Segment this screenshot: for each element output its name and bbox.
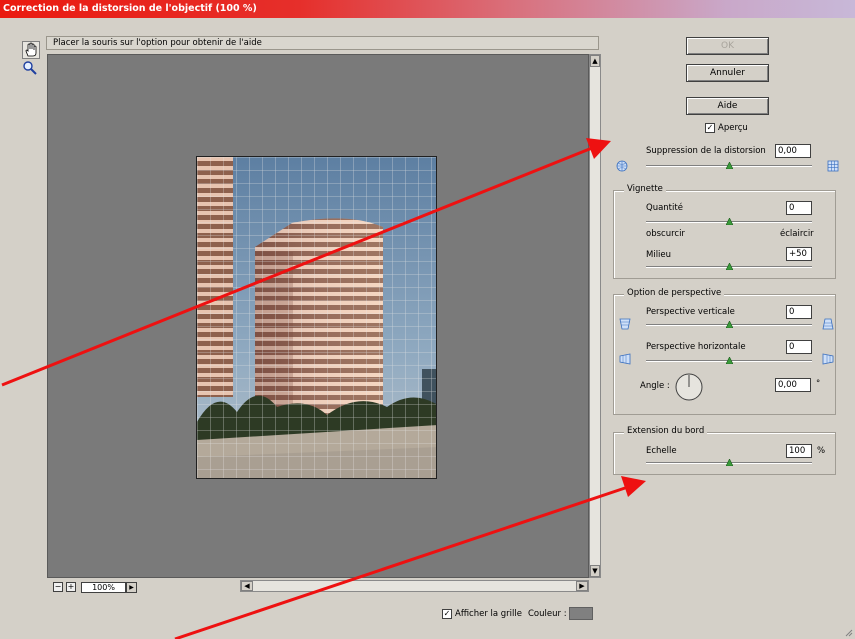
show-grid-label: Afficher la grille <box>455 609 522 619</box>
zoom-level-field[interactable]: 100% <box>81 582 126 593</box>
zoom-out-button[interactable]: − <box>53 582 63 592</box>
ok-button[interactable]: OK <box>686 37 769 55</box>
help-text-bar: Placer la souris sur l'option pour obten… <box>46 36 599 50</box>
quantity-slider[interactable] <box>646 218 812 225</box>
distortion-field[interactable]: 0,00 <box>775 144 811 158</box>
horizontal-perspective-left-icon <box>619 353 631 365</box>
scale-slider[interactable] <box>646 459 812 466</box>
angle-label: Angle : <box>640 381 670 391</box>
preview-image <box>196 156 437 479</box>
scale-label: Echelle <box>646 446 677 456</box>
annotation-arrowhead <box>621 476 646 497</box>
slider-thumb[interactable] <box>726 162 733 169</box>
quantity-field[interactable]: 0 <box>786 201 812 215</box>
scroll-down-icon[interactable]: ▼ <box>590 565 600 577</box>
show-grid-checkbox[interactable]: ✓ <box>442 609 452 619</box>
cancel-button[interactable]: Annuler <box>686 64 769 82</box>
darken-label: obscurcir <box>646 229 685 239</box>
scroll-right-icon[interactable]: ▶ <box>576 581 588 591</box>
vignette-title: Vignette <box>624 184 666 194</box>
angle-dial[interactable] <box>674 372 704 402</box>
vertical-perspective-left-icon <box>619 318 631 330</box>
vertical-perspective-slider[interactable] <box>646 321 812 328</box>
horizontal-perspective-right-icon <box>822 353 834 365</box>
zoom-in-button[interactable]: + <box>66 582 76 592</box>
slider-thumb[interactable] <box>726 218 733 225</box>
apercu-checkbox[interactable]: ✓ <box>705 123 715 133</box>
lighten-label: éclaircir <box>780 229 814 239</box>
apercu-label: Aperçu <box>718 123 748 133</box>
vertical-perspective-label: Perspective verticale <box>646 307 735 317</box>
hand-icon <box>25 42 37 57</box>
vertical-scrollbar[interactable]: ▲ ▼ <box>589 54 601 578</box>
barrel-icon <box>827 160 839 172</box>
vertical-perspective-right-icon <box>822 318 834 330</box>
distortion-label: Suppression de la distorsion <box>646 146 766 156</box>
scale-field[interactable]: 100 <box>786 444 812 458</box>
scale-unit: % <box>817 446 826 456</box>
horizontal-perspective-field[interactable]: 0 <box>786 340 812 354</box>
resize-grip-icon[interactable] <box>843 627 853 637</box>
help-button[interactable]: Aide <box>686 97 769 115</box>
distortion-slider[interactable] <box>646 162 812 169</box>
angle-unit: ° <box>816 379 821 389</box>
hand-tool[interactable] <box>22 41 40 59</box>
grid-color-swatch[interactable] <box>569 607 593 620</box>
zoom-icon <box>23 61 37 75</box>
edge-extension-title: Extension du bord <box>624 426 708 436</box>
vertical-perspective-field[interactable]: 0 <box>786 305 812 319</box>
angle-field[interactable]: 0,00 <box>775 378 811 392</box>
scroll-left-icon[interactable]: ◀ <box>241 581 253 591</box>
perspective-title: Option de perspective <box>624 288 725 298</box>
window-title: Correction de la distorsion de l'objecti… <box>0 0 855 18</box>
midpoint-field[interactable]: +50 <box>786 247 812 261</box>
zoom-tool[interactable] <box>22 60 40 78</box>
grid-color-label: Couleur : <box>528 609 567 619</box>
pincushion-icon <box>616 160 628 172</box>
building-photo <box>197 157 436 478</box>
horizontal-perspective-label: Perspective horizontale <box>646 342 746 352</box>
midpoint-label: Milieu <box>646 250 672 260</box>
scroll-up-icon[interactable]: ▲ <box>590 55 600 67</box>
slider-thumb[interactable] <box>726 263 733 270</box>
slider-thumb[interactable] <box>726 357 733 364</box>
lens-correction-dialog: Correction de la distorsion de l'objecti… <box>0 0 855 639</box>
quantity-label: Quantité <box>646 203 683 213</box>
slider-thumb[interactable] <box>726 321 733 328</box>
horizontal-scrollbar[interactable]: ◀ ▶ <box>240 580 589 592</box>
midpoint-slider[interactable] <box>646 263 812 270</box>
horizontal-perspective-slider[interactable] <box>646 357 812 364</box>
zoom-dropdown-arrow-icon[interactable]: ▶ <box>126 582 137 593</box>
slider-thumb[interactable] <box>726 459 733 466</box>
